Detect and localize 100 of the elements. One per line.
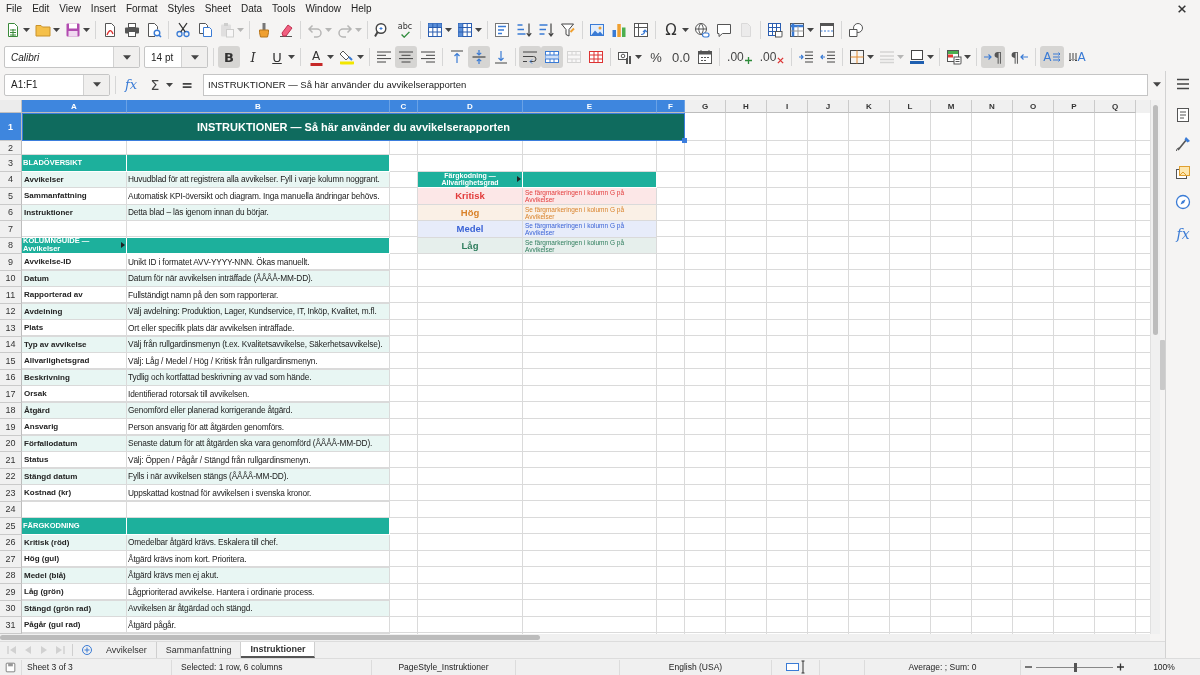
caret-icon[interactable]	[475, 28, 482, 32]
column-header[interactable]: D	[418, 100, 523, 113]
menu-item[interactable]: Help	[346, 1, 377, 16]
column-header[interactable]: M	[931, 100, 972, 113]
menu-item[interactable]: File	[1, 1, 28, 16]
frame-bar-icon[interactable]	[909, 49, 926, 65]
sheet-tab[interactable]: Instruktioner	[241, 642, 316, 658]
table-list-icon[interactable]	[946, 49, 963, 65]
row-header[interactable]: 13	[0, 320, 22, 337]
plus-icon[interactable]	[1116, 663, 1125, 671]
sort-ascending-icon[interactable]	[516, 22, 532, 38]
banknote-bars-icon[interactable]	[617, 49, 633, 65]
sidebar-collapse-handle[interactable]	[1160, 340, 1165, 390]
rectangle-cursor-icon[interactable]	[785, 660, 806, 674]
number-format-button[interactable]: 0.0	[669, 46, 694, 68]
table-grid-icon[interactable]	[457, 22, 473, 38]
image-icon[interactable]	[589, 22, 605, 38]
caret-icon[interactable]	[288, 55, 295, 59]
dropdown-button[interactable]	[181, 47, 207, 67]
caret-icon[interactable]	[53, 28, 60, 32]
menu-item[interactable]: Insert	[85, 1, 121, 16]
column-header[interactable]: E	[523, 100, 657, 113]
table-arrow-icon[interactable]	[633, 22, 649, 38]
minus-icon[interactable]	[1024, 663, 1033, 671]
delete-decimal-button[interactable]: .00	[756, 46, 788, 68]
spelling-button[interactable]: abc	[394, 19, 416, 41]
row-header[interactable]: 1	[0, 113, 22, 141]
row-header[interactable]: 2	[0, 141, 22, 155]
caret-icon[interactable]	[807, 28, 814, 32]
compass-icon[interactable]	[1175, 194, 1191, 210]
caret-icon[interactable]	[445, 28, 452, 32]
font-size-box[interactable]: 14 pt	[144, 46, 208, 68]
sort-descending-icon[interactable]	[538, 22, 554, 38]
table-grid-icon[interactable]	[588, 49, 604, 65]
indent-increase-icon[interactable]	[798, 49, 815, 65]
row-header[interactable]: 3	[0, 155, 22, 172]
font-color-button[interactable]: A	[305, 46, 327, 68]
printer-icon[interactable]	[124, 22, 140, 38]
merged-table-icon[interactable]	[541, 46, 563, 68]
document-lines-icon[interactable]	[1175, 107, 1191, 123]
menu-item[interactable]: Data	[235, 1, 268, 16]
row-header[interactable]: 27	[0, 551, 22, 568]
column-header[interactable]: P	[1054, 100, 1095, 113]
function-wizard-button[interactable]: fx	[120, 73, 142, 96]
column-header[interactable]: O	[1013, 100, 1054, 113]
underline-button[interactable]: U	[266, 46, 288, 68]
caret-icon[interactable]	[166, 82, 173, 87]
close-icon[interactable]	[1177, 3, 1187, 14]
column-header[interactable]: L	[890, 100, 931, 113]
table-grid-icon[interactable]	[427, 22, 443, 38]
align-left-icon[interactable]	[376, 49, 392, 65]
column-header[interactable]: G	[685, 100, 726, 113]
spreadsheet-document-icon[interactable]	[5, 22, 21, 38]
speech-bubble-icon[interactable]	[716, 22, 732, 38]
page-magnifier-icon[interactable]	[146, 22, 162, 38]
formula-input[interactable]: INSTRUKTIONER — Så här använder du avvikelserapporten	[203, 73, 1148, 96]
menu-item[interactable]: Sheet	[199, 1, 236, 16]
caret-icon[interactable]	[327, 55, 334, 59]
scissors-icon[interactable]	[175, 22, 191, 38]
list-box-icon[interactable]	[494, 22, 510, 38]
shapes-icon[interactable]	[848, 22, 864, 38]
scrollbar-thumb[interactable]	[0, 635, 540, 640]
row-header[interactable]: 17	[0, 386, 22, 403]
caret-icon[interactable]	[357, 55, 364, 59]
name-box[interactable]: A1:F1	[4, 73, 110, 96]
menu-item[interactable]: Format	[120, 1, 163, 16]
column-header[interactable]: B	[127, 100, 390, 113]
column-header[interactable]: I	[767, 100, 808, 113]
highlighter-icon[interactable]	[339, 49, 355, 65]
grid-header-icon[interactable]	[789, 22, 805, 38]
align-bottom-icon[interactable]	[493, 49, 509, 65]
column-header[interactable]: H	[726, 100, 767, 113]
image-stack-icon[interactable]	[1175, 165, 1191, 181]
menu-item[interactable]: Window	[300, 1, 346, 16]
dropdown-button[interactable]	[113, 47, 139, 67]
menu-item[interactable]: View	[54, 1, 86, 16]
globe-link-icon[interactable]	[694, 22, 710, 38]
horizontal-scrollbar[interactable]	[0, 634, 1150, 641]
wrap-text-icon[interactable]	[519, 46, 541, 68]
caret-icon[interactable]	[964, 55, 972, 59]
text-vertical-button[interactable]: A	[1065, 46, 1089, 68]
column-header[interactable]: K	[849, 100, 890, 113]
caret-icon[interactable]	[23, 28, 30, 32]
column-header[interactable]: A	[22, 100, 127, 113]
column-header[interactable]: F	[657, 100, 685, 113]
calendar-icon[interactable]	[697, 49, 714, 65]
menu-icon[interactable]	[1175, 76, 1191, 92]
row-header[interactable]: 31	[0, 617, 22, 634]
row-header[interactable]: 15	[0, 353, 22, 370]
align-middle-icon[interactable]	[468, 46, 490, 68]
column-header[interactable]: N	[972, 100, 1013, 113]
left-to-right-button[interactable]: ¶	[981, 46, 1006, 68]
right-to-left-button[interactable]: ¶	[1007, 46, 1032, 68]
align-top-icon[interactable]	[449, 49, 465, 65]
function-list-button[interactable]: fx	[1172, 223, 1194, 245]
slider-thumb[interactable]	[1073, 662, 1077, 672]
row-header[interactable]: 21	[0, 452, 22, 469]
row-header[interactable]: 25	[0, 518, 22, 535]
menu-item[interactable]: Styles	[162, 1, 200, 16]
column-header[interactable]: J	[808, 100, 849, 113]
